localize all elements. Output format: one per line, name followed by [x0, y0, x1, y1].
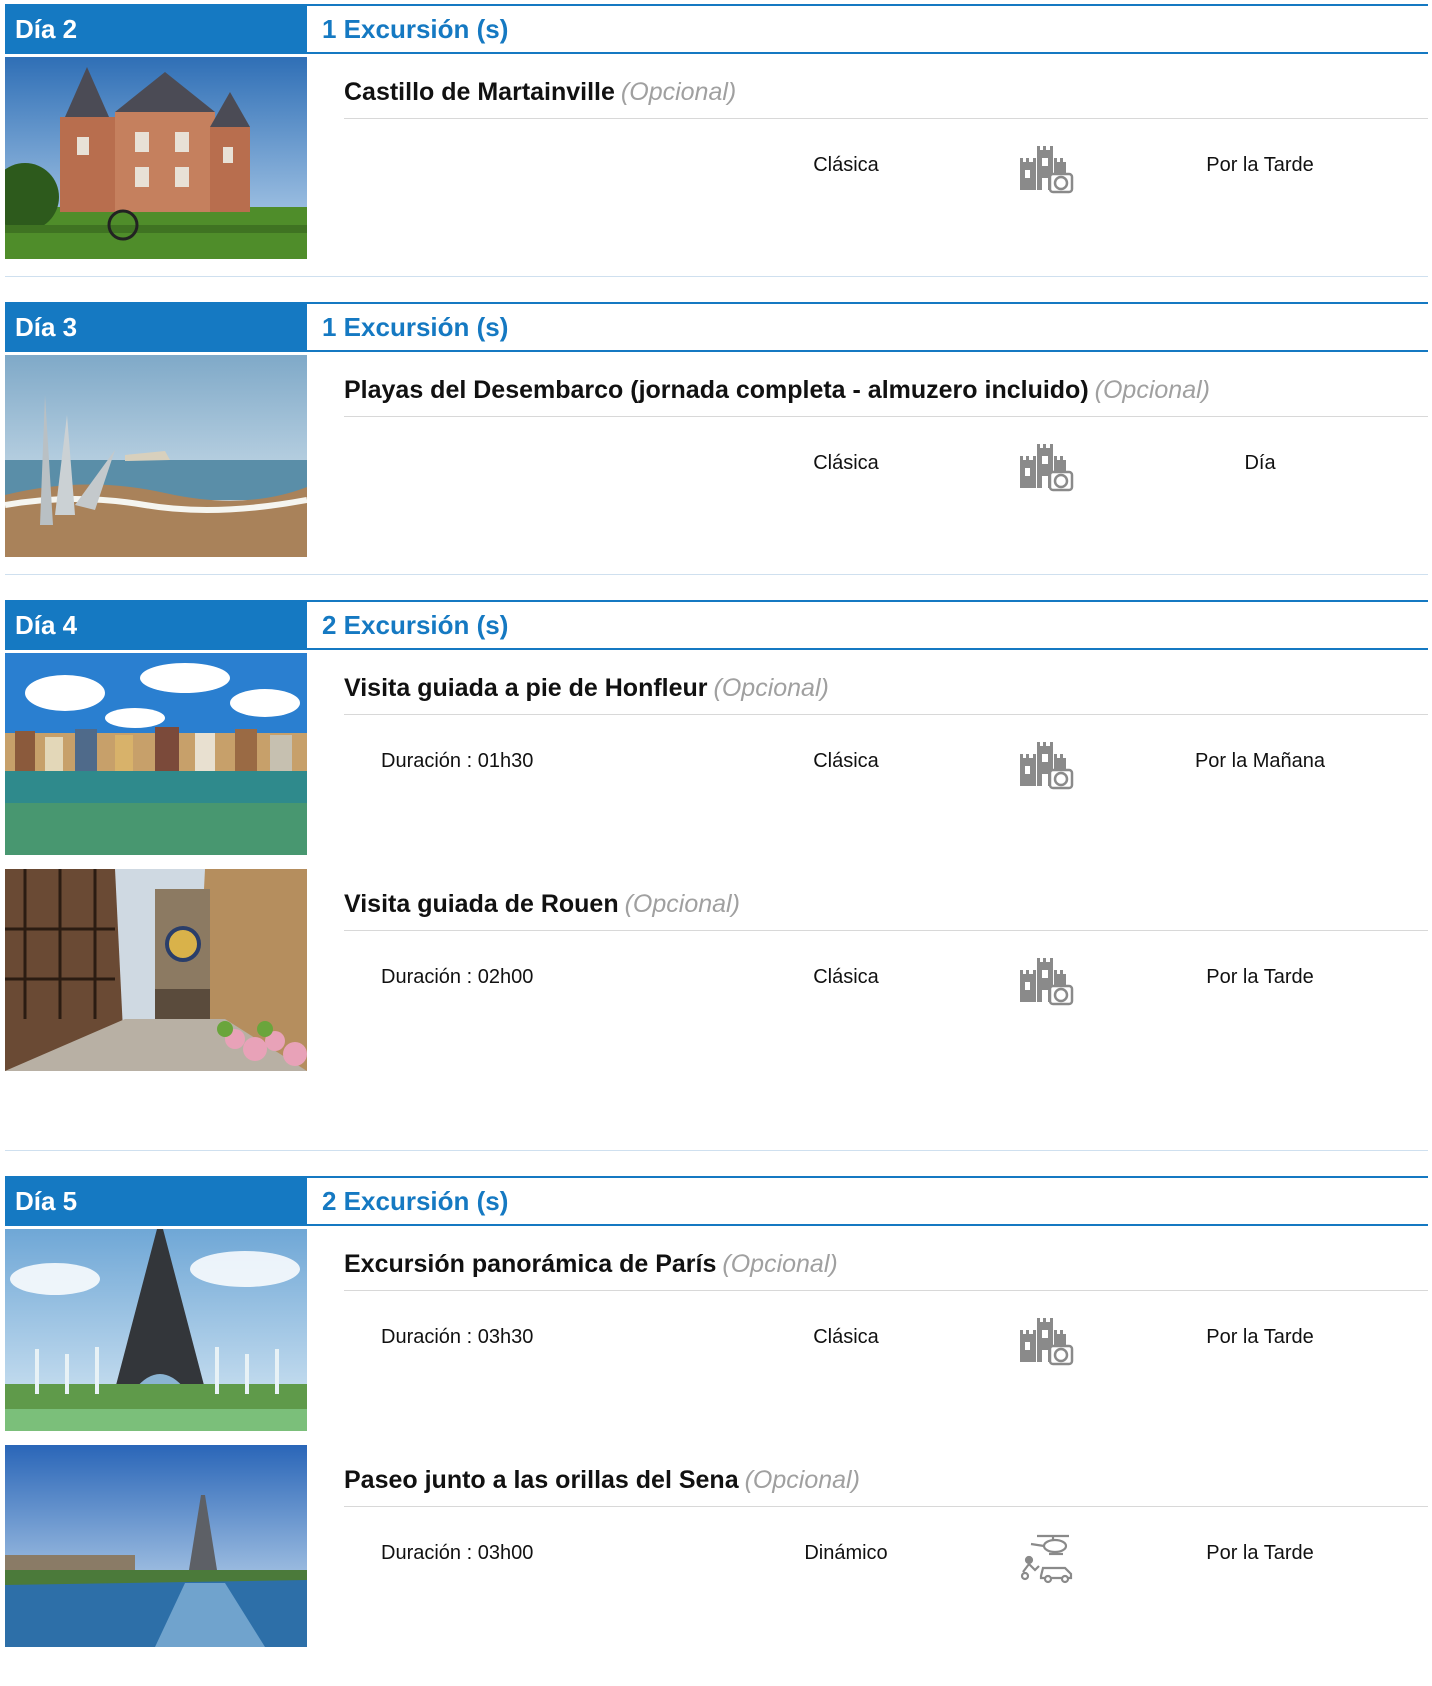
excursion-image[interactable] [5, 653, 307, 855]
excursion-time: Por la Mañana [1194, 750, 1326, 772]
excursion-title[interactable]: Playas del Desembarco (jornada completa … [344, 376, 1210, 405]
day-label: Día 2 [5, 6, 307, 52]
excursion-style: Clásica [813, 966, 879, 988]
divider [344, 118, 1428, 119]
day-header: Día 3 1 Excursión (s) [5, 302, 1428, 352]
optional-label: (Opcional) [624, 890, 740, 918]
castle-camera-icon [1017, 740, 1075, 792]
excursion-title-text[interactable]: Playas del Desembarco (jornada completa … [344, 376, 1089, 404]
excursion-item[interactable]: Visita guiada a pie de Honfleur (Opcional… [5, 650, 1428, 866]
optional-label: (Opcional) [713, 674, 829, 702]
divider [344, 1290, 1428, 1291]
excursion-duration: Duración : 03h00 [381, 1542, 534, 1564]
excursion-count: 1 Excursión (s) [322, 14, 509, 44]
excursion-title[interactable]: Visita guiada de Rouen (Opcional) [344, 890, 740, 919]
day-section-5: Día 5 2 Excursión (s) Excursión panorámi… [5, 1176, 1428, 1658]
excursion-duration: Duración : 02h00 [381, 966, 534, 988]
excursion-time: Por la Tarde [1206, 1326, 1314, 1348]
optional-label: (Opcional) [620, 78, 737, 106]
day-separator [5, 574, 1428, 575]
castle-camera-icon [1017, 442, 1075, 494]
day-label: Día 4 [5, 602, 307, 648]
excursion-title[interactable]: Castillo de Martainville (Opcional) [344, 78, 736, 107]
excursion-count: 2 Excursión (s) [322, 1186, 509, 1216]
excursion-title-text[interactable]: Visita guiada a pie de Honfleur [344, 674, 708, 702]
day-separator [5, 1150, 1428, 1151]
excursion-item[interactable]: Paseo junto a las orillas del Sena (Opcio… [5, 1442, 1428, 1658]
excursion-image[interactable] [5, 1445, 307, 1647]
day-label: Día 5 [5, 1178, 307, 1224]
excursion-image[interactable] [5, 57, 307, 259]
divider [344, 1506, 1428, 1507]
excursion-time: Por la Tarde [1206, 154, 1314, 176]
day-header: Día 4 2 Excursión (s) [5, 600, 1428, 650]
day-label: Día 3 [5, 304, 307, 350]
excursion-style: Dinámico [804, 1542, 888, 1564]
excursion-time: Por la Tarde [1206, 966, 1314, 988]
excursion-style: Clásica [813, 750, 879, 772]
excursion-title[interactable]: Excursión panorámica de París (Opcional) [344, 1250, 838, 1279]
excursion-item[interactable]: Playas del Desembarco (jornada completa … [5, 352, 1428, 568]
excursion-duration: Duración : 01h30 [381, 750, 534, 772]
excursion-image[interactable] [5, 869, 307, 1071]
divider [344, 930, 1428, 931]
excursion-style: Clásica [813, 154, 879, 176]
excursion-time: Por la Tarde [1206, 1542, 1314, 1564]
day-separator [5, 276, 1428, 277]
excursion-item[interactable]: Castillo de Martainville (Opcional) Clási… [5, 54, 1428, 270]
excursion-title[interactable]: Paseo junto a las orillas del Sena (Opcio… [344, 1466, 860, 1495]
excursion-title-text[interactable]: Visita guiada de Rouen [344, 890, 619, 918]
optional-label: (Opcional) [722, 1250, 838, 1278]
excursion-count: 1 Excursión (s) [322, 312, 509, 342]
castle-camera-icon [1017, 144, 1075, 196]
excursion-image[interactable] [5, 1229, 307, 1431]
excursion-title-text[interactable]: Castillo de Martainville [344, 78, 615, 106]
excursion-style: Clásica [813, 1326, 879, 1348]
excursion-title-text[interactable]: Excursión panorámica de París [344, 1250, 716, 1278]
excursion-item[interactable]: Excursión panorámica de París (Opcional) … [5, 1226, 1428, 1442]
excursion-image[interactable] [5, 355, 307, 557]
excursion-count: 2 Excursión (s) [322, 610, 509, 640]
excursion-duration: Duración : 03h30 [381, 1326, 534, 1348]
divider [344, 714, 1428, 715]
day-header: Día 5 2 Excursión (s) [5, 1176, 1428, 1226]
day-section-4: Día 4 2 Excursión (s) Visita guiada a pi… [5, 600, 1428, 1082]
excursion-item[interactable]: Visita guiada de Rouen (Opcional) Duració… [5, 866, 1428, 1082]
day-section-3: Día 3 1 Excursión (s) Playas del Desemba… [5, 302, 1428, 568]
castle-camera-icon [1017, 1316, 1075, 1368]
excursion-style: Clásica [813, 452, 879, 474]
divider [344, 416, 1428, 417]
day-header: Día 2 1 Excursión (s) [5, 4, 1428, 54]
helicopter-car-icon [1017, 1532, 1075, 1584]
excursion-title-text[interactable]: Paseo junto a las orillas del Sena [344, 1466, 739, 1494]
optional-label: (Opcional) [744, 1466, 860, 1494]
optional-label: (Opcional) [1094, 376, 1210, 404]
excursion-time: Día [1244, 452, 1276, 474]
day-section-2: Día 2 1 Excursión (s) Castillo de Martai… [5, 4, 1428, 270]
excursion-title[interactable]: Visita guiada a pie de Honfleur (Opcional… [344, 674, 829, 703]
castle-camera-icon [1017, 956, 1075, 1008]
